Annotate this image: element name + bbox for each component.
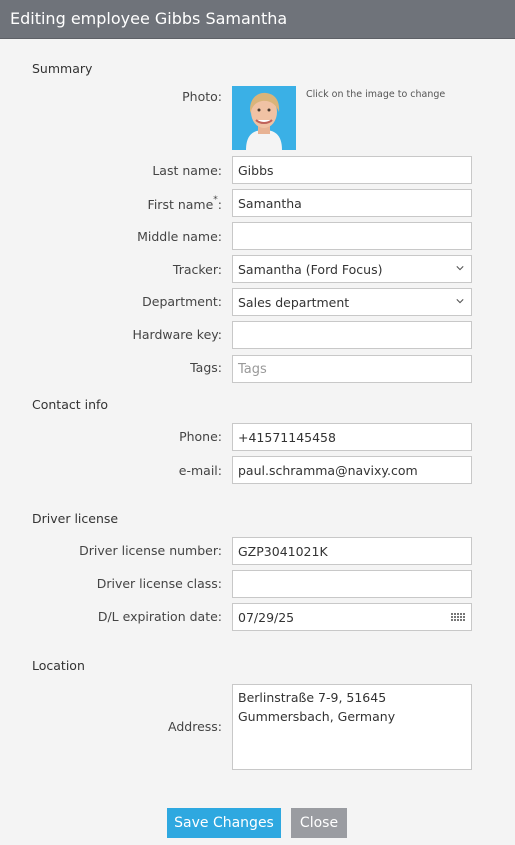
- first-name-input[interactable]: Samantha: [232, 189, 472, 217]
- tracker-select[interactable]: Samantha (Ford Focus): [232, 255, 472, 283]
- section-location-heading: Location: [32, 658, 85, 673]
- tags-label: Tags:: [190, 360, 222, 375]
- first-name-label-colon: :: [217, 197, 222, 212]
- employee-photo-image: [232, 86, 296, 150]
- phone-label: Phone:: [179, 429, 222, 444]
- chevron-down-icon: [456, 266, 464, 271]
- middle-name-input[interactable]: [232, 222, 472, 250]
- license-class-label: Driver license class:: [96, 576, 222, 591]
- section-license-heading: Driver license: [32, 511, 119, 526]
- address-label: Address:: [168, 719, 222, 734]
- close-button[interactable]: Close: [291, 808, 347, 838]
- employee-photo[interactable]: [232, 86, 296, 150]
- department-select-value: Sales department: [238, 295, 350, 310]
- section-summary-heading: Summary: [32, 61, 93, 76]
- hardware-key-label: Hardware key:: [132, 327, 222, 342]
- email-input[interactable]: paul.schramma@navixy.com: [232, 456, 472, 484]
- required-mark: *: [213, 195, 218, 205]
- middle-name-label: Middle name:: [137, 229, 222, 244]
- first-name-label: First name*:: [147, 195, 222, 212]
- section-contact-heading: Contact info: [32, 397, 109, 412]
- calendar-icon[interactable]: [451, 613, 467, 623]
- address-textarea[interactable]: Berlinstraße 7-9, 51645 Gummersbach, Ger…: [232, 684, 472, 770]
- phone-input[interactable]: +41571145458: [232, 423, 472, 451]
- dialog-title: Editing employee Gibbs Samantha: [10, 9, 288, 28]
- hardware-key-input[interactable]: [232, 321, 472, 349]
- address-line: Gummersbach, Germany: [238, 709, 396, 724]
- expiration-date-input[interactable]: 07/29/25: [232, 603, 472, 631]
- expiration-date-value: 07/29/25: [238, 610, 295, 625]
- department-select[interactable]: Sales department: [232, 288, 472, 316]
- tracker-label: Tracker:: [172, 262, 222, 277]
- license-class-input[interactable]: [232, 570, 472, 598]
- expiration-date-label: D/L expiration date:: [97, 609, 222, 624]
- last-name-input[interactable]: Gibbs: [232, 156, 472, 184]
- department-label: Department:: [142, 294, 222, 309]
- dialog-titlebar: Editing employee Gibbs Samantha: [0, 0, 515, 39]
- license-number-input[interactable]: GZP3041021K: [232, 537, 472, 565]
- first-name-label-text: First name: [147, 197, 214, 212]
- photo-label: Photo:: [182, 89, 222, 104]
- save-changes-button[interactable]: Save Changes: [167, 808, 281, 838]
- tracker-select-value: Samantha (Ford Focus): [238, 262, 383, 277]
- address-line: Berlinstraße 7-9, 51645: [238, 690, 387, 705]
- license-number-label: Driver license number:: [79, 543, 222, 558]
- email-label: e-mail:: [178, 463, 222, 478]
- chevron-down-icon: [456, 299, 464, 304]
- photo-hint: Click on the image to change: [306, 89, 446, 100]
- last-name-label: Last name:: [152, 163, 222, 178]
- tags-input[interactable]: Tags: [232, 355, 472, 383]
